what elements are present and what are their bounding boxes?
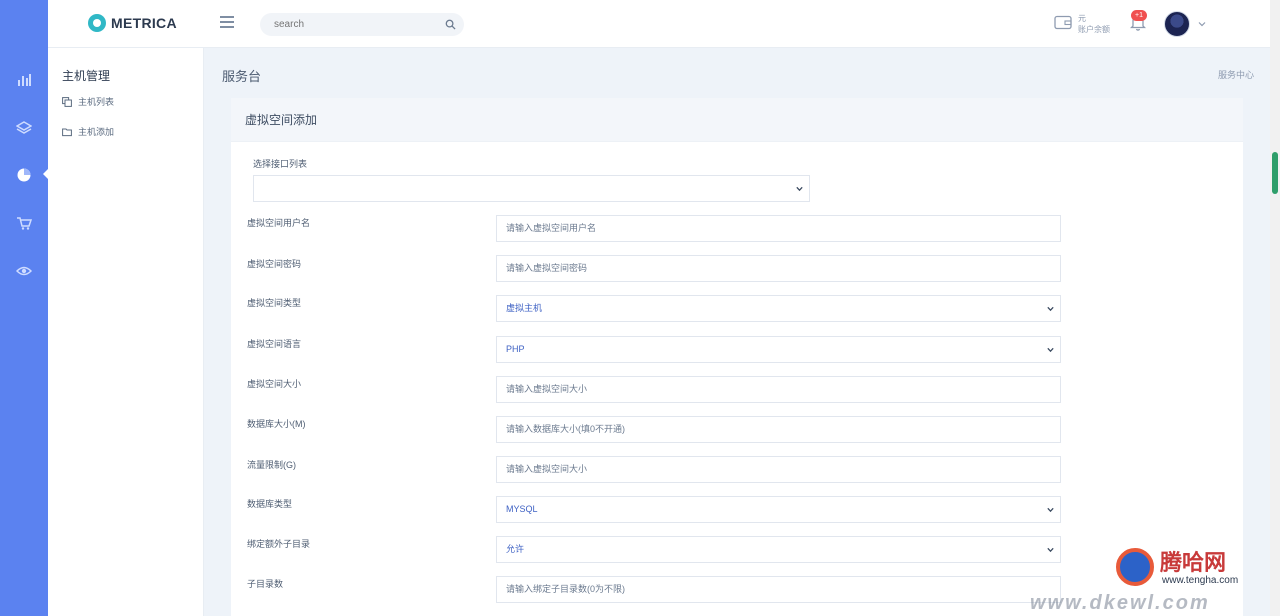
watermark-logo-icon xyxy=(1116,548,1154,586)
traffic-limit-placeholder: 请输入虚拟空间大小 xyxy=(506,464,588,474)
username-label: 虚拟空间用户名 xyxy=(247,218,311,228)
chevron-down-icon xyxy=(1047,347,1054,353)
subdir-bind-select[interactable]: 允许 xyxy=(496,536,1061,563)
wallet-icon[interactable] xyxy=(1054,15,1072,30)
chevron-down-icon[interactable] xyxy=(1198,21,1206,27)
brand-logo[interactable]: METRICA xyxy=(88,14,177,32)
language-label: 虚拟空间语言 xyxy=(247,339,302,349)
search-input[interactable] xyxy=(260,13,430,36)
search-icon[interactable] xyxy=(445,19,456,30)
watermark-url: www.dkewl.com xyxy=(1030,592,1210,614)
sub-sidebar: 主机管理 主机列表 主机添加 xyxy=(48,48,204,616)
subdir-count-input[interactable]: 请输入绑定子目录数(0为不限) xyxy=(496,576,1061,603)
account-balance[interactable]: 元 账户余额 xyxy=(1078,13,1110,35)
space-size-label: 虚拟空间大小 xyxy=(247,379,302,389)
eye-icon[interactable] xyxy=(14,261,34,281)
language-select[interactable]: PHP xyxy=(496,336,1061,363)
subdir-count-placeholder: 请输入绑定子目录数(0为不限) xyxy=(506,584,626,594)
subdir-bind-value: 允许 xyxy=(506,544,525,554)
password-placeholder: 请输入虚拟空间密码 xyxy=(506,263,588,273)
chevron-down-icon xyxy=(1047,507,1054,513)
language-value: PHP xyxy=(506,344,525,354)
balance-label: 账户余额 xyxy=(1078,25,1110,34)
password-input[interactable]: 请输入虚拟空间密码 xyxy=(496,255,1061,282)
brand-name: METRICA xyxy=(111,15,177,31)
sidebar-title: 主机管理 xyxy=(62,69,111,83)
space-type-select[interactable]: 虚拟主机 xyxy=(496,295,1061,322)
db-type-select[interactable]: MYSQL xyxy=(496,496,1061,523)
db-size-input[interactable]: 请输入数据库大小(填0不开通) xyxy=(496,416,1061,443)
db-size-label: 数据库大小(M) xyxy=(247,419,306,429)
db-size-placeholder: 请输入数据库大小(填0不开通) xyxy=(506,424,626,434)
interface-select[interactable] xyxy=(253,175,810,202)
page-scrollbar[interactable] xyxy=(1270,0,1280,616)
password-label: 虚拟空间密码 xyxy=(247,259,302,269)
subdir-count-label: 子目录数 xyxy=(247,579,284,589)
space-size-placeholder: 请输入虚拟空间大小 xyxy=(506,384,588,394)
avatar[interactable] xyxy=(1164,11,1190,37)
balance-currency: 元 xyxy=(1078,14,1086,23)
page-title: 服务台 xyxy=(222,69,262,84)
cart-icon[interactable] xyxy=(14,213,34,233)
db-type-label: 数据库类型 xyxy=(247,499,293,509)
traffic-limit-input[interactable]: 请输入虚拟空间大小 xyxy=(496,456,1061,483)
menu-toggle-icon[interactable] xyxy=(220,16,234,30)
breadcrumb[interactable]: 服务中心 xyxy=(1218,68,1254,81)
username-input[interactable]: 请输入虚拟空间用户名 xyxy=(496,215,1061,242)
logo-mark-icon xyxy=(88,14,106,32)
space-size-input[interactable]: 请输入虚拟空间大小 xyxy=(496,376,1061,403)
folder-icon xyxy=(62,128,72,136)
interface-label: 选择接口列表 xyxy=(253,159,308,169)
db-type-value: MYSQL xyxy=(506,504,538,514)
chevron-down-icon xyxy=(1047,547,1054,553)
copy-icon xyxy=(62,96,72,107)
sidebar-item-label: 主机添加 xyxy=(78,127,115,137)
traffic-limit-label: 流量限制(G) xyxy=(247,460,296,470)
bar-chart-icon[interactable] xyxy=(14,70,34,90)
username-placeholder: 请输入虚拟空间用户名 xyxy=(506,223,597,233)
chevron-down-icon xyxy=(1047,306,1054,312)
form-card: 虚拟空间添加 选择接口列表 虚拟空间用户名 请输入虚拟空间用户名 虚拟空间密码 … xyxy=(231,98,1243,616)
chevron-down-icon xyxy=(796,186,803,192)
sidebar-item-label: 主机列表 xyxy=(78,97,115,107)
main-content: 服务台 服务中心 虚拟空间添加 选择接口列表 虚拟空间用户名 请输入虚拟空间用户… xyxy=(204,48,1270,616)
scrollbar-thumb[interactable] xyxy=(1272,152,1278,194)
pie-chart-icon[interactable] xyxy=(14,165,34,185)
card-title: 虚拟空间添加 xyxy=(231,98,1243,142)
sidebar-item-host-list[interactable]: 主机列表 xyxy=(62,95,114,108)
watermark-domain: www.tengha.com xyxy=(1162,575,1239,586)
subdir-bind-label: 绑定额外子目录 xyxy=(247,539,311,549)
sidebar-item-host-add[interactable]: 主机添加 xyxy=(62,125,114,138)
watermark-brand: 腾哈网 xyxy=(1160,550,1227,575)
notification-badge: +1 xyxy=(1131,10,1147,21)
layers-icon[interactable] xyxy=(14,118,34,138)
search-box xyxy=(260,13,464,36)
icon-rail xyxy=(0,0,49,616)
space-type-label: 虚拟空间类型 xyxy=(247,298,302,308)
space-type-value: 虚拟主机 xyxy=(506,303,543,313)
